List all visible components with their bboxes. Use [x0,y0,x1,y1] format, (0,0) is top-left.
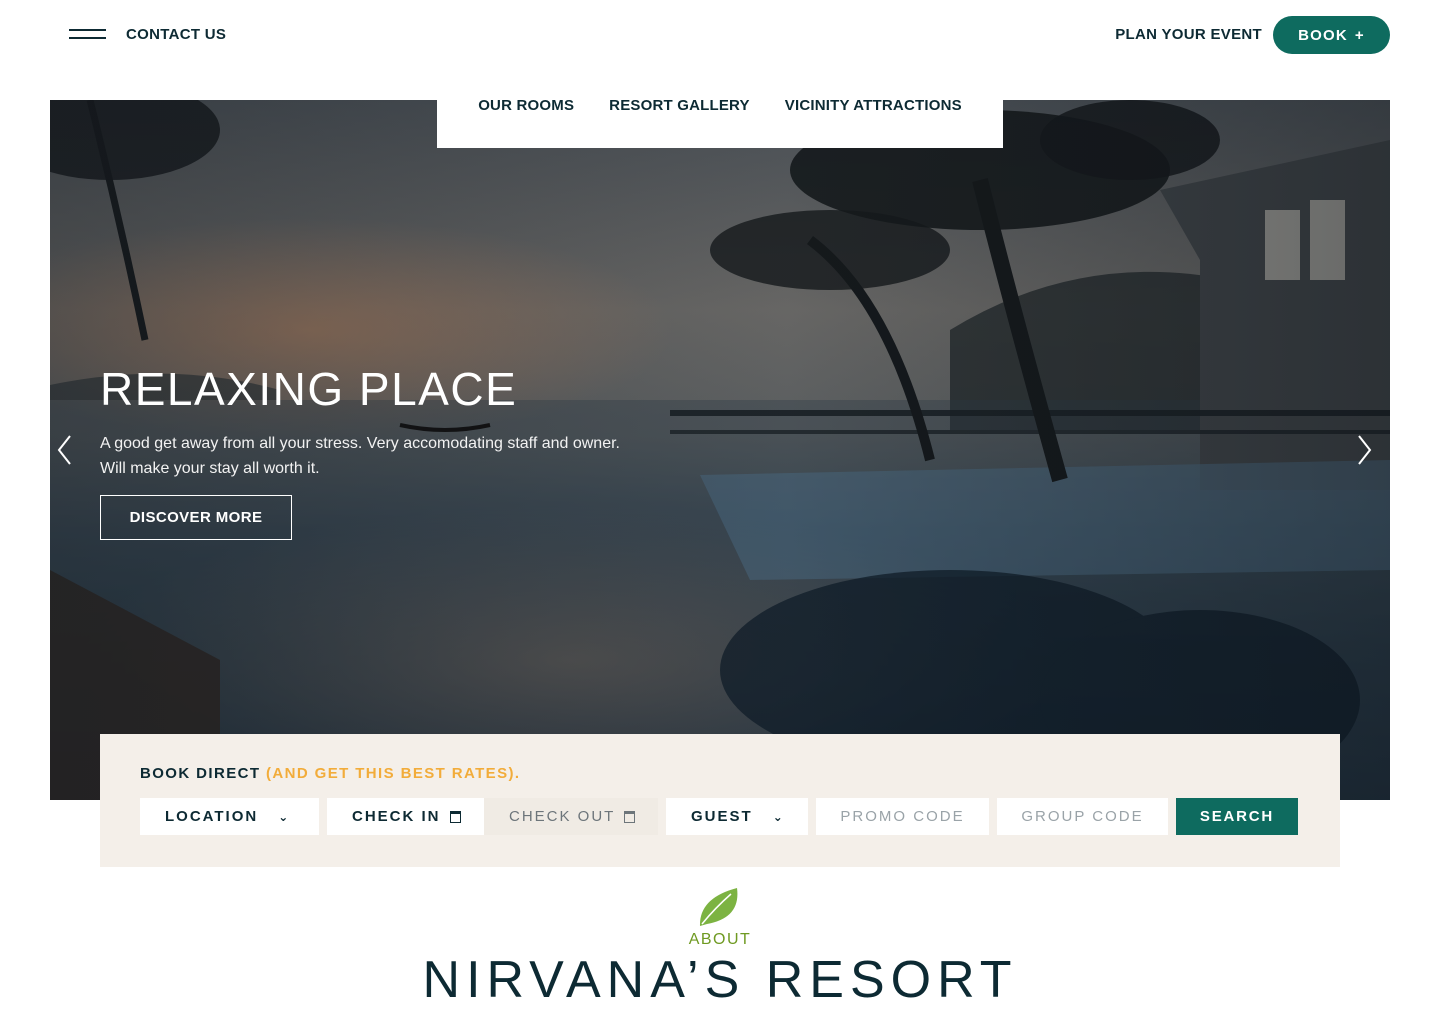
location-label: LOCATION [165,808,259,825]
hero-description-line: A good get away from all your stress. Ve… [100,435,620,452]
hero-description-line: Will make your stay all worth it. [100,460,320,477]
booking-title: BOOK DIRECT (AND GET THIS BEST RATES). [140,765,520,782]
guest-label: GUEST [691,808,753,825]
nav-our-rooms[interactable]: OUR ROOMS [478,97,574,114]
chevron-down-icon: ⌄ [278,809,291,824]
discover-more-button[interactable]: DISCOVER MORE [100,495,292,540]
hero-slider: RELAXING PLACE A good get away from all … [50,100,1390,800]
nav-resort-gallery[interactable]: RESORT GALLERY [609,97,750,114]
book-button[interactable]: BOOK + [1273,16,1390,54]
chevron-down-icon: ⌄ [772,809,785,824]
location-select[interactable]: LOCATION ⌄ [140,798,319,835]
booking-title-suffix: . [514,765,521,782]
nav-vicinity-attractions[interactable]: VICINITY ATTRACTIONS [785,97,962,114]
plus-icon: + [1354,26,1365,44]
search-button[interactable]: SEARCH [1176,798,1298,835]
check-in-field[interactable]: CHECK IN [327,798,484,835]
site-header: CONTACT US PLAN YOUR EVENT BOOK + [0,0,1440,70]
secondary-nav: OUR ROOMS RESORT GALLERY VICINITY ATTRAC… [437,82,1003,148]
promo-code-input[interactable]: PROMO CODE [816,798,989,835]
hamburger-menu-icon[interactable] [69,29,106,41]
chevron-left-icon[interactable] [55,435,75,465]
check-out-label: CHECK OUT [509,808,616,825]
booking-bar: BOOK DIRECT (AND GET THIS BEST RATES). L… [100,734,1340,867]
about-label: ABOUT [688,931,752,948]
chevron-right-icon[interactable] [1354,435,1374,465]
hero-description: A good get away from all your stress. Ve… [100,431,700,481]
leaf-icon [699,888,738,926]
calendar-icon [449,810,461,823]
check-in-label: CHECK IN [352,808,441,825]
contact-us-link[interactable]: CONTACT US [126,26,226,43]
guest-select[interactable]: GUEST ⌄ [666,798,808,835]
about-title: NIRVANA’S RESORT [422,951,1018,1009]
calendar-icon [624,810,636,823]
booking-title-highlight: (AND GET THIS BEST RATES) [265,765,515,782]
booking-title-main: BOOK DIRECT [140,765,261,782]
plan-your-event-link[interactable]: PLAN YOUR EVENT [1115,26,1262,43]
hero-title: RELAXING PLACE [100,363,518,415]
book-button-label: BOOK [1298,26,1348,44]
check-out-field[interactable]: CHECK OUT [484,798,658,835]
group-code-input[interactable]: GROUP CODE [997,798,1168,835]
